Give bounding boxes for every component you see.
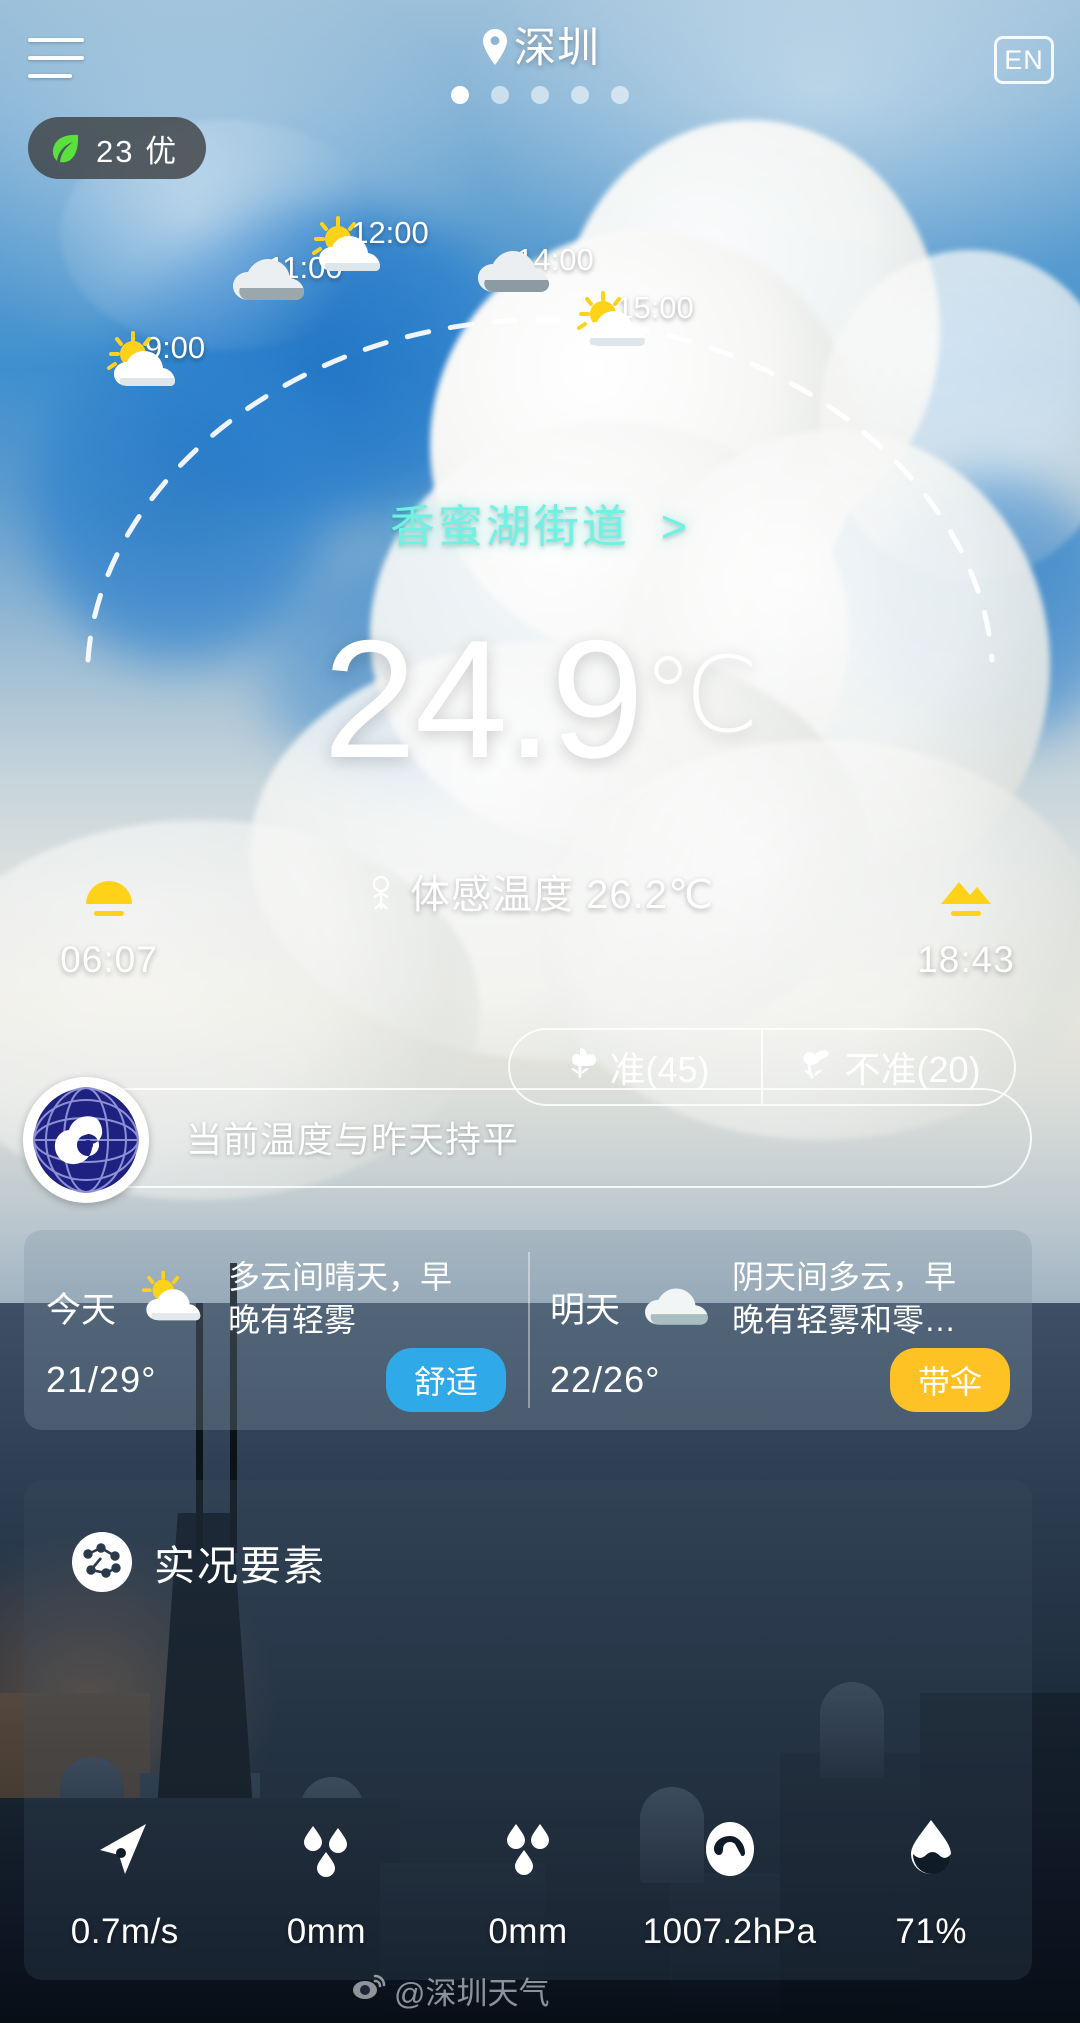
- chevron-right-icon: >: [645, 501, 691, 552]
- forecast-badge[interactable]: 带伞: [889, 1348, 1010, 1412]
- hourly-item[interactable]: 12:00: [305, 215, 475, 271]
- feels-like-value: 26.2℃: [586, 873, 714, 917]
- app-header: 深圳 EN: [0, 0, 1080, 130]
- cma-globe-logo-icon: [23, 1077, 149, 1203]
- weibo-icon: [352, 1973, 386, 2009]
- hourly-item[interactable]: 15:00: [570, 290, 740, 346]
- page-title[interactable]: 深圳: [0, 14, 1080, 76]
- page-dot[interactable]: [531, 86, 549, 104]
- map-pin-icon: [480, 28, 510, 76]
- forecast-description: 阴天间多云，早晚有轻雾和零…: [732, 1259, 957, 1338]
- rain-drops-two-icon: [427, 1810, 629, 1886]
- live-metrics-row: 0.7m/s 0mm 0mm 1007.2hPa 71%: [24, 1810, 1032, 1952]
- metric-value: 1007.2hPa: [642, 1912, 817, 1951]
- weibo-handle: @深圳天气: [394, 1976, 550, 2011]
- temperature-value: 24.9: [323, 605, 644, 793]
- metric-precipitation-1h[interactable]: 0mm: [226, 1810, 428, 1952]
- person-icon: [366, 875, 396, 923]
- metric-value: 0mm: [286, 1912, 367, 1951]
- sunset-icon: [933, 882, 999, 928]
- forecast-badge[interactable]: 舒适: [385, 1348, 506, 1412]
- leaf-icon: [48, 131, 82, 165]
- metric-value: 71%: [895, 1912, 967, 1951]
- cloud-icon: [638, 1256, 714, 1341]
- live-elements-header: 实况要素: [72, 1532, 326, 1592]
- rain-drops-icon: [226, 1810, 428, 1886]
- metric-pressure[interactable]: 1007.2hPa: [629, 1810, 831, 1952]
- two-day-forecast: 今天 多云间晴天，早晚有轻雾 21/29° 舒适 明天 阴天间多云，早晚有轻雾和…: [24, 1230, 1032, 1430]
- city-name-label: 深圳: [513, 24, 600, 71]
- page-dot[interactable]: [451, 86, 469, 104]
- page-dot[interactable]: [571, 86, 589, 104]
- flower-wilt-icon: [796, 1044, 834, 1091]
- live-elements-panel: 实况要素 0.7m/s 0mm 0mm 1007.2hPa 71%: [24, 1480, 1032, 1980]
- language-toggle-button[interactable]: EN: [994, 36, 1054, 84]
- forecast-temp-range: 21/29°: [46, 1359, 157, 1400]
- forecast-day-label: 明天: [550, 1291, 621, 1330]
- sunset-block: 18:43: [886, 870, 1046, 981]
- sunrise-block: 06:07: [34, 870, 184, 981]
- sunrise-time: 06:07: [60, 939, 158, 980]
- metric-humidity[interactable]: 71%: [830, 1810, 1032, 1952]
- page-dot[interactable]: [611, 86, 629, 104]
- humidity-drop-icon: [830, 1810, 1032, 1886]
- page-dot[interactable]: [491, 86, 509, 104]
- rating-accurate-label: 准(45): [609, 1049, 710, 1090]
- forecast-temp-range: 22/26°: [550, 1359, 661, 1400]
- temperature-unit: ℃: [642, 638, 759, 754]
- temperature-compare-banner[interactable]: 当前温度与昨天持平: [23, 1077, 1032, 1203]
- air-quality-badge[interactable]: 23 优: [28, 117, 207, 179]
- weibo-watermark: @深圳天气: [352, 1968, 549, 2013]
- feels-like-label: 体感温度: [410, 873, 575, 917]
- sub-location-label: 香蜜湖街道: [389, 501, 630, 552]
- live-elements-title: 实况要素: [154, 1543, 326, 1589]
- metric-value: 0.7m/s: [70, 1912, 179, 1951]
- forecast-description: 多云间晴天，早晚有轻雾: [228, 1259, 453, 1338]
- sun-cloud-icon: [134, 1256, 210, 1333]
- rating-inaccurate-label: 不准(20): [844, 1049, 981, 1090]
- pressure-gauge-icon: [629, 1810, 831, 1886]
- metric-precipitation-24h[interactable]: 0mm: [427, 1810, 629, 1952]
- forecast-card-today[interactable]: 今天 多云间晴天，早晚有轻雾 21/29° 舒适: [24, 1230, 528, 1430]
- flower-bloom-icon: [561, 1044, 599, 1091]
- circuit-node-icon: [72, 1532, 132, 1592]
- page-indicator-dots[interactable]: [0, 86, 1080, 104]
- wind-direction-arrow-icon: [24, 1810, 226, 1886]
- sunrise-icon: [76, 881, 142, 928]
- forecast-card-tomorrow[interactable]: 明天 阴天间多云，早晚有轻雾和零… 22/26° 带伞: [528, 1230, 1032, 1430]
- current-temperature: 24.9℃: [0, 600, 1080, 798]
- hourly-item[interactable]: 14:00: [470, 242, 640, 292]
- forecast-day-label: 今天: [46, 1291, 117, 1330]
- sub-location-link[interactable]: 香蜜湖街道 >: [0, 490, 1080, 555]
- card-divider: [528, 1252, 530, 1408]
- compare-banner-text: 当前温度与昨天持平: [186, 1119, 520, 1160]
- metric-wind[interactable]: 0.7m/s: [24, 1810, 226, 1952]
- air-quality-label: 23 优: [96, 133, 179, 169]
- hourly-item[interactable]: 9:00: [100, 330, 250, 386]
- metric-value: 0mm: [488, 1912, 568, 1951]
- sunset-time: 18:43: [917, 939, 1015, 980]
